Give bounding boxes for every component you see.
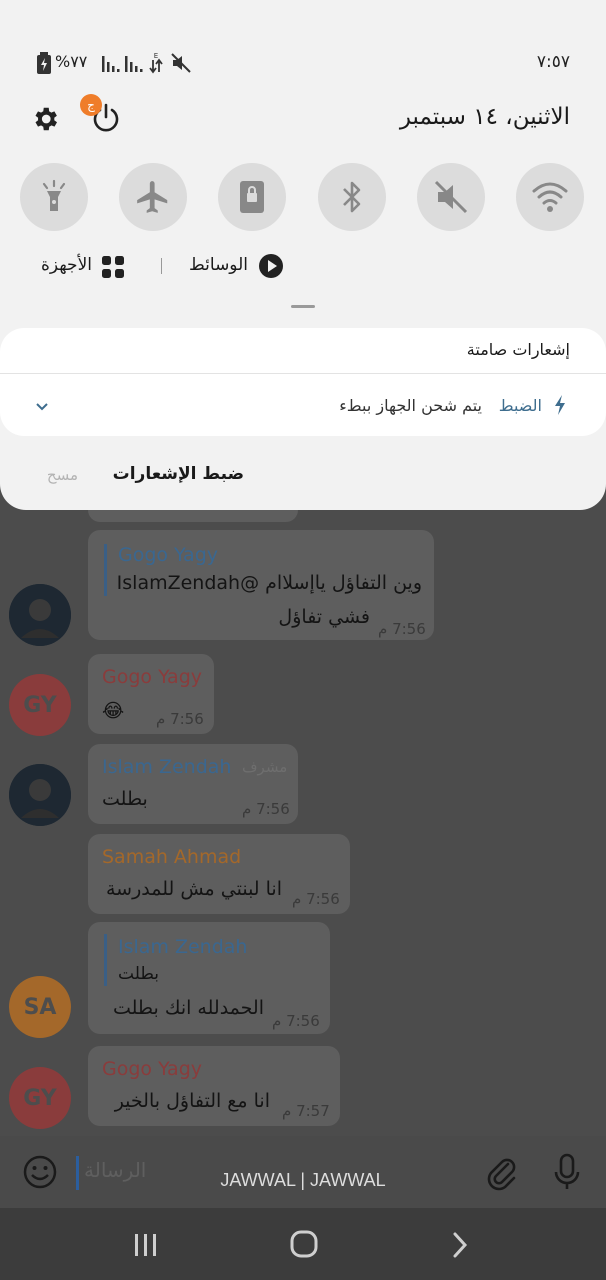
- date-label: الاثنين، ١٤ سبتمبر: [399, 104, 570, 130]
- tile-sound-mute[interactable]: [417, 163, 485, 231]
- avatar[interactable]: [9, 584, 71, 646]
- quoted-sender: Islam Zendah: [118, 936, 248, 958]
- message-time: 7:56 م: [378, 620, 426, 638]
- tile-flashlight[interactable]: [20, 163, 88, 231]
- navigation-bar: [0, 1208, 606, 1280]
- flashlight-icon: [42, 179, 66, 211]
- divider: [161, 258, 162, 274]
- avatar[interactable]: SA: [9, 976, 71, 1038]
- mute-icon: [434, 180, 468, 214]
- user-photo-icon: [9, 764, 71, 826]
- admin-badge: مشرف: [242, 758, 288, 776]
- message-sender: Gogo Yagy: [118, 544, 219, 566]
- power-badge: ج: [80, 94, 102, 116]
- home-icon[interactable]: [288, 1228, 320, 1260]
- message-emoji: 😂: [102, 700, 125, 722]
- recent-apps-icon[interactable]: [132, 1232, 160, 1258]
- tile-bluetooth[interactable]: [318, 163, 386, 231]
- notification-app-name: الضبط: [498, 396, 542, 415]
- avatar[interactable]: [9, 764, 71, 826]
- notification-text[interactable]: يتم شحن الجهاز ببطء: [339, 396, 482, 415]
- message-time: 7:57 م: [282, 1102, 330, 1120]
- charging-bolt-icon: [555, 395, 565, 415]
- reply-bar: [104, 544, 107, 596]
- microphone-icon[interactable]: [552, 1152, 582, 1192]
- notification-shade: ٧:٥٧ %٧٧ E ج الاثنين، ١٤ سبتمبر الأجهزة …: [0, 0, 606, 510]
- drag-handle[interactable]: [291, 305, 315, 308]
- tile-airplane-mode[interactable]: [119, 163, 187, 231]
- media-play-icon[interactable]: [258, 253, 284, 279]
- reply-bar: [104, 934, 107, 986]
- quoted-text: بطلت: [118, 964, 159, 984]
- tile-screen-lock[interactable]: [218, 163, 286, 231]
- divider: [0, 373, 606, 374]
- silent-notifications-header: إشعارات صامتة: [466, 340, 570, 359]
- back-icon[interactable]: [448, 1230, 472, 1260]
- message-text: انا لبنتي مش للمدرسة: [105, 878, 282, 900]
- message-sender: Gogo Yagy: [102, 1058, 203, 1080]
- devices-label[interactable]: الأجهزة: [41, 255, 92, 275]
- mute-icon: [171, 53, 191, 73]
- message-sender: Gogo Yagy: [102, 666, 203, 688]
- message-sender: Samah Ahmad: [102, 846, 242, 868]
- attach-icon[interactable]: [484, 1154, 518, 1192]
- message-sender: Islam Zendah: [102, 756, 232, 778]
- rotation-lock-icon: [240, 181, 264, 213]
- message-text: انا مع التفاؤل بالخير: [114, 1090, 270, 1112]
- wifi-icon: [532, 182, 568, 212]
- svg-text:E: E: [154, 52, 158, 60]
- clock: ٧:٥٧: [536, 52, 570, 72]
- tile-wifi[interactable]: [516, 163, 584, 231]
- message-text: بطلت: [102, 788, 148, 810]
- battery-charging-icon: [37, 52, 51, 74]
- media-label[interactable]: الوسائط: [189, 255, 248, 275]
- message-text: وين التفاؤل ياإسلاام @IslamZendah: [116, 572, 422, 594]
- message-time: 7:56 م: [292, 890, 340, 908]
- avatar[interactable]: GY: [9, 674, 71, 736]
- message-input-bar: الرسالة JAWWAL | JAWWAL: [0, 1136, 606, 1208]
- signal-icon: [102, 56, 143, 72]
- settings-gear-icon[interactable]: [30, 104, 60, 134]
- devices-grid-icon[interactable]: [100, 254, 126, 280]
- bluetooth-icon: [343, 181, 361, 213]
- clear-button[interactable]: مسح: [47, 466, 78, 484]
- chevron-down-icon[interactable]: [34, 400, 50, 414]
- data-transfer-icon: E: [149, 52, 163, 74]
- avatar[interactable]: GY: [9, 1067, 71, 1129]
- message-time: 7:56 م: [272, 1012, 320, 1030]
- battery-percent: %٧٧: [55, 52, 88, 71]
- user-photo-icon: [9, 584, 71, 646]
- message-text: فشي تفاؤل: [278, 606, 370, 628]
- notification-settings-button[interactable]: ضبط الإشعارات: [113, 464, 244, 484]
- message-time: 7:56 م: [242, 800, 290, 818]
- message-text: الحمدلله انك بطلت: [112, 997, 264, 1019]
- message-time: 7:56 م: [156, 710, 204, 728]
- airplane-icon: [137, 181, 168, 213]
